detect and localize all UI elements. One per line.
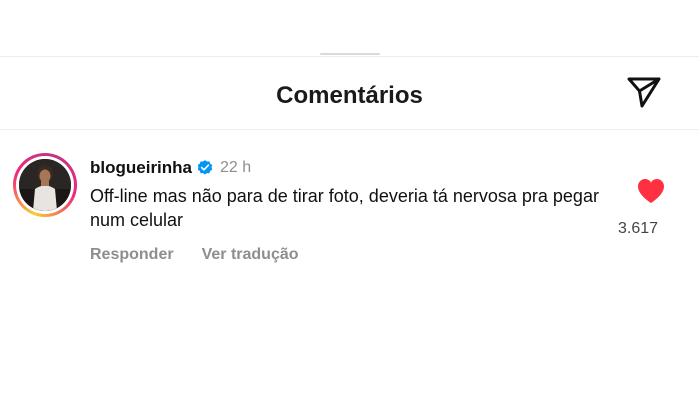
comment-meta: blogueirinha 22 h [90, 157, 251, 179]
reply-button[interactable]: Responder [90, 246, 174, 264]
comment-username[interactable]: blogueirinha [90, 158, 192, 178]
header-divider [0, 129, 699, 130]
comment-item: blogueirinha 22 h Off-line mas não para … [0, 150, 699, 280]
sheet-drag-handle[interactable] [320, 53, 380, 55]
heart-icon[interactable] [636, 177, 666, 205]
send-icon[interactable] [624, 72, 664, 112]
verified-icon [197, 160, 213, 175]
comment-actions: Responder Ver tradução [90, 246, 299, 264]
avatar[interactable] [13, 153, 77, 217]
avatar-silhouette [19, 159, 71, 211]
top-strip [0, 0, 699, 55]
like-count: 3.617 [617, 220, 659, 237]
avatar-photo [19, 159, 71, 211]
avatar-gap [16, 156, 74, 214]
sheet-top-edge [0, 56, 699, 57]
page-title: Comentários [276, 82, 423, 109]
comments-header: Comentários [0, 60, 699, 128]
comment-timestamp: 22 h [220, 159, 252, 176]
see-translation-button[interactable]: Ver tradução [202, 246, 299, 264]
comment-text: Off-line mas não para de tirar foto, dev… [90, 186, 599, 230]
